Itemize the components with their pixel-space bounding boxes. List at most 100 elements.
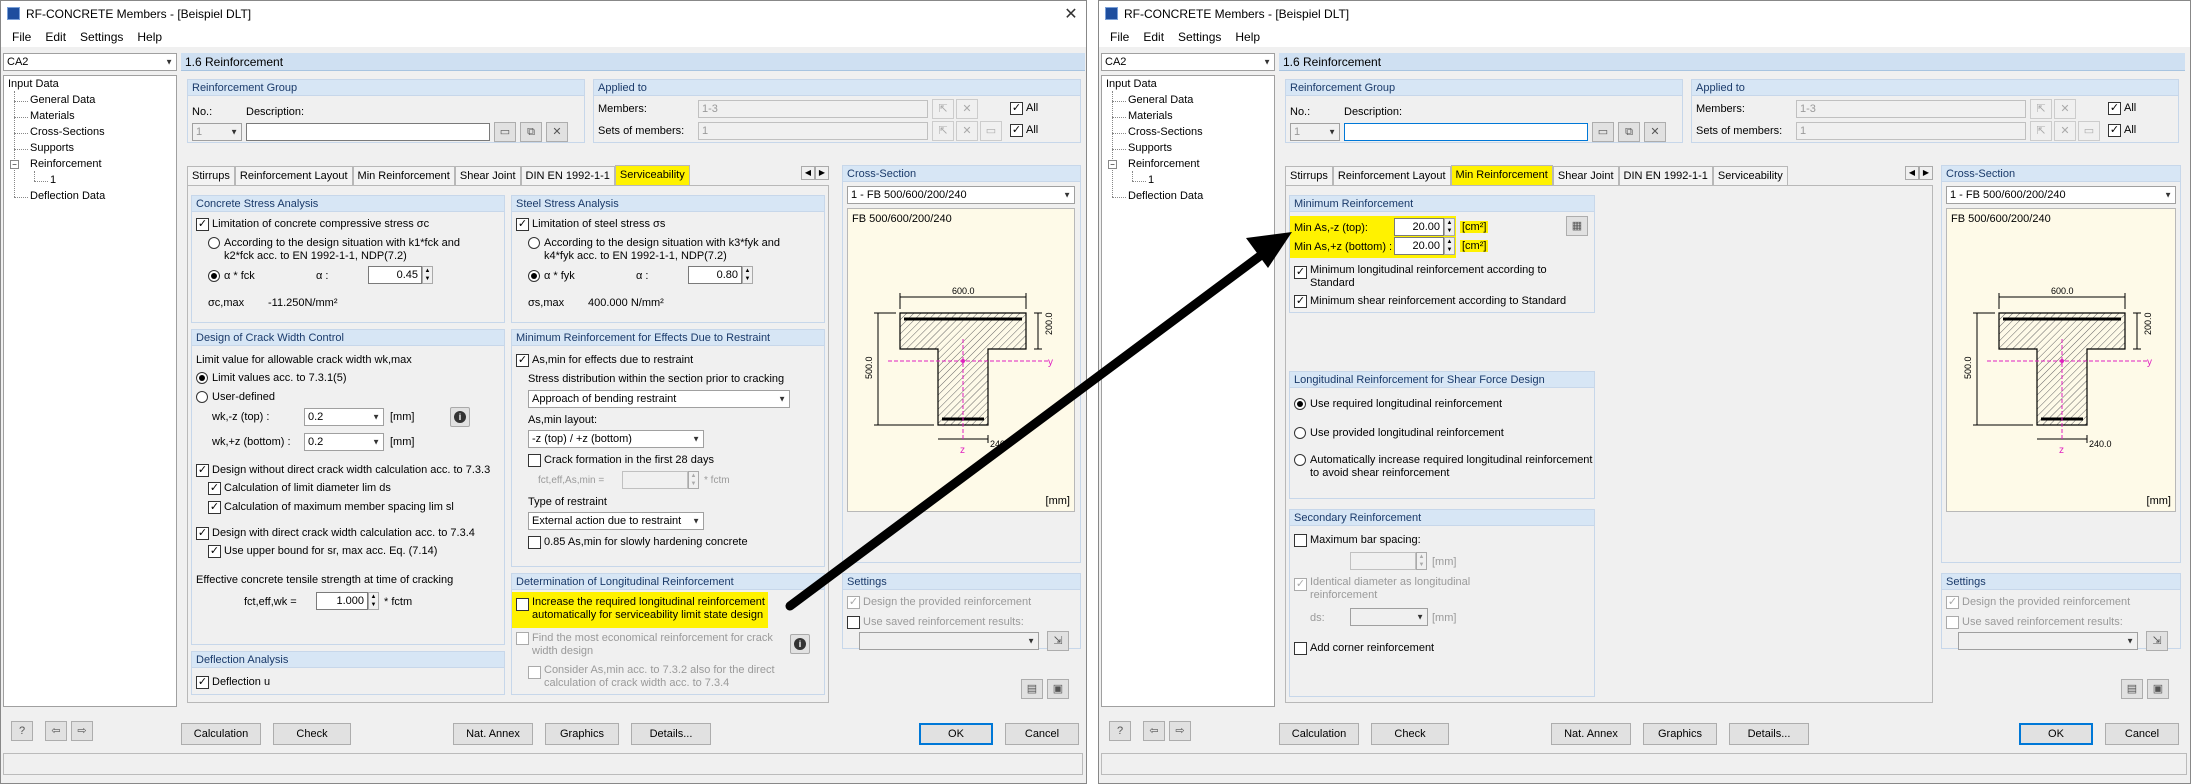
close-icon[interactable]: ✕ xyxy=(1056,4,1086,24)
view-icon[interactable]: ▤ xyxy=(1021,679,1043,699)
tree-item-deflection-data[interactable]: Deflection Data xyxy=(30,190,105,202)
ok-button[interactable]: OK xyxy=(919,723,993,745)
new-group-icon[interactable]: ▭ xyxy=(494,122,516,142)
graphics-button[interactable]: Graphics xyxy=(545,723,619,745)
all-members-checkbox[interactable]: ✓ xyxy=(2108,102,2121,115)
help-icon[interactable]: ? xyxy=(1109,721,1131,741)
previous-icon[interactable]: ⇦ xyxy=(45,721,67,741)
collapse-icon[interactable]: − xyxy=(10,160,19,169)
previous-icon[interactable]: ⇦ xyxy=(1143,721,1165,741)
all-sets-checkbox[interactable]: ✓ xyxy=(2108,124,2121,137)
as-min-checkbox[interactable]: ✓ xyxy=(516,354,529,367)
check-button[interactable]: Check xyxy=(273,723,351,745)
upper-bound-checkbox[interactable]: ✓ xyxy=(208,545,221,558)
tree-item-reinforcement[interactable]: Reinforcement xyxy=(1128,158,1200,170)
import-icon[interactable]: ⇲ xyxy=(1047,631,1069,651)
user-defined-radio[interactable] xyxy=(196,391,208,403)
fct-spinner[interactable]: ▲ ▼ xyxy=(368,592,379,610)
cross-section-combo[interactable]: 1 - FB 500/600/200/240 ▼ xyxy=(847,186,1075,204)
stress-dist-combo[interactable]: Approach of bending restraint ▼ xyxy=(528,390,790,408)
wk-top-combo[interactable]: 0.2 ▼ xyxy=(304,408,384,426)
use-provided-radio[interactable] xyxy=(1294,427,1306,439)
delete-group-icon[interactable]: ✕ xyxy=(546,122,568,142)
tab-stirrups[interactable]: Stirrups xyxy=(187,166,235,185)
graphics-button[interactable]: Graphics xyxy=(1643,723,1717,745)
calc-max-checkbox[interactable]: ✓ xyxy=(208,501,221,514)
corner-checkbox[interactable] xyxy=(1294,642,1307,655)
steel-alpha-input[interactable]: 0.80 xyxy=(688,266,742,284)
details-button[interactable]: Details... xyxy=(1729,723,1809,745)
export-icon[interactable]: ▣ xyxy=(1047,679,1069,699)
copy-group-icon[interactable]: ⧉ xyxy=(520,122,542,142)
layout-combo[interactable]: -z (top) / +z (bottom) ▼ xyxy=(528,430,704,448)
cancel-button[interactable]: Cancel xyxy=(2105,723,2179,745)
info-icon[interactable]: i xyxy=(450,407,470,427)
with-direct-checkbox[interactable]: ✓ xyxy=(196,527,209,540)
tree-item-reinforcement[interactable]: Reinforcement xyxy=(30,158,102,170)
alpha-fck-radio[interactable] xyxy=(208,270,220,282)
case-combo[interactable]: CA2 ▼ xyxy=(3,53,177,71)
tab-stirrups[interactable]: Stirrups xyxy=(1285,166,1333,185)
tree-root[interactable]: Input Data xyxy=(1106,78,1157,90)
min-as-bottom-input[interactable]: 20.00 xyxy=(1394,237,1444,255)
limit-steel-checkbox[interactable]: ✓ xyxy=(516,218,529,231)
design-situation-radio[interactable] xyxy=(208,237,220,249)
calc-limit-checkbox[interactable]: ✓ xyxy=(208,482,221,495)
tab-serviceability[interactable]: Serviceability xyxy=(1712,166,1788,185)
all-members-checkbox[interactable]: ✓ xyxy=(1010,102,1023,115)
menu-help[interactable]: Help xyxy=(1228,30,1267,44)
tab-scroll-left-icon[interactable]: ◀ xyxy=(801,166,815,180)
tab-serviceability[interactable]: Serviceability xyxy=(614,165,690,185)
delete-group-icon[interactable]: ✕ xyxy=(1644,122,1666,142)
tab-reinforcement-layout[interactable]: Reinforcement Layout xyxy=(234,166,353,185)
steel-design-situation-radio[interactable] xyxy=(528,237,540,249)
details-button[interactable]: Details... xyxy=(631,723,711,745)
tree-item-materials[interactable]: Materials xyxy=(30,110,75,122)
tree-item-deflection-data[interactable]: Deflection Data xyxy=(1128,190,1203,202)
tab-min-reinforcement[interactable]: Min Reinforcement xyxy=(352,166,455,185)
wk-bottom-combo[interactable]: 0.2 ▼ xyxy=(304,433,384,451)
tree-item-reinforcement-1[interactable]: 1 xyxy=(1148,174,1154,186)
menu-settings[interactable]: Settings xyxy=(73,30,130,44)
export-icon[interactable]: ▣ xyxy=(2147,679,2169,699)
crack28-checkbox[interactable] xyxy=(528,454,541,467)
auto-increase-radio[interactable] xyxy=(1294,454,1306,466)
description-input[interactable] xyxy=(246,123,490,141)
case-combo[interactable]: CA2 ▼ xyxy=(1101,53,1275,71)
view-icon[interactable]: ▤ xyxy=(2121,679,2143,699)
slow-hardening-checkbox[interactable] xyxy=(528,536,541,549)
increase-required-checkbox[interactable] xyxy=(516,598,529,611)
cross-section-combo[interactable]: 1 - FB 500/600/200/240 ▼ xyxy=(1946,186,2176,204)
description-input[interactable] xyxy=(1344,123,1588,141)
tree-item-supports[interactable]: Supports xyxy=(30,142,74,154)
tree-item-reinforcement-1[interactable]: 1 xyxy=(50,174,56,186)
collapse-icon[interactable]: − xyxy=(1108,160,1117,169)
min-long-checkbox[interactable]: ✓ xyxy=(1294,266,1307,279)
tab-scroll-right-icon[interactable]: ▶ xyxy=(815,166,829,180)
all-sets-checkbox[interactable]: ✓ xyxy=(1010,124,1023,137)
min-as-bottom-spinner[interactable]: ▲ ▼ xyxy=(1444,237,1455,255)
deflection-checkbox[interactable]: ✓ xyxy=(196,676,209,689)
tab-min-reinforcement[interactable]: Min Reinforcement xyxy=(1450,165,1553,185)
menu-edit[interactable]: Edit xyxy=(1136,30,1171,44)
tree-item-materials[interactable]: Materials xyxy=(1128,110,1173,122)
next-icon[interactable]: ⇨ xyxy=(71,721,93,741)
limit-values-radio[interactable] xyxy=(196,372,208,384)
cancel-button[interactable]: Cancel xyxy=(1005,723,1079,745)
steel-alpha-spinner[interactable]: ▲ ▼ xyxy=(742,266,753,284)
info-icon[interactable]: i xyxy=(790,634,810,654)
use-saved-checkbox[interactable] xyxy=(847,616,860,629)
tree-item-cross-sections[interactable]: Cross-Sections xyxy=(1128,126,1203,138)
calculator-icon[interactable]: ▦ xyxy=(1566,216,1588,236)
nat-annex-button[interactable]: Nat. Annex xyxy=(1551,723,1631,745)
without-direct-checkbox[interactable]: ✓ xyxy=(196,464,209,477)
tab-shear-joint[interactable]: Shear Joint xyxy=(1552,166,1619,185)
tree-root[interactable]: Input Data xyxy=(8,78,59,90)
min-shear-checkbox[interactable]: ✓ xyxy=(1294,295,1307,308)
tab-scroll-left-icon[interactable]: ◀ xyxy=(1905,166,1919,180)
max-spacing-checkbox[interactable] xyxy=(1294,534,1307,547)
menu-file[interactable]: File xyxy=(1103,30,1136,44)
new-group-icon[interactable]: ▭ xyxy=(1592,122,1614,142)
tree-item-supports[interactable]: Supports xyxy=(1128,142,1172,154)
next-icon[interactable]: ⇨ xyxy=(1169,721,1191,741)
